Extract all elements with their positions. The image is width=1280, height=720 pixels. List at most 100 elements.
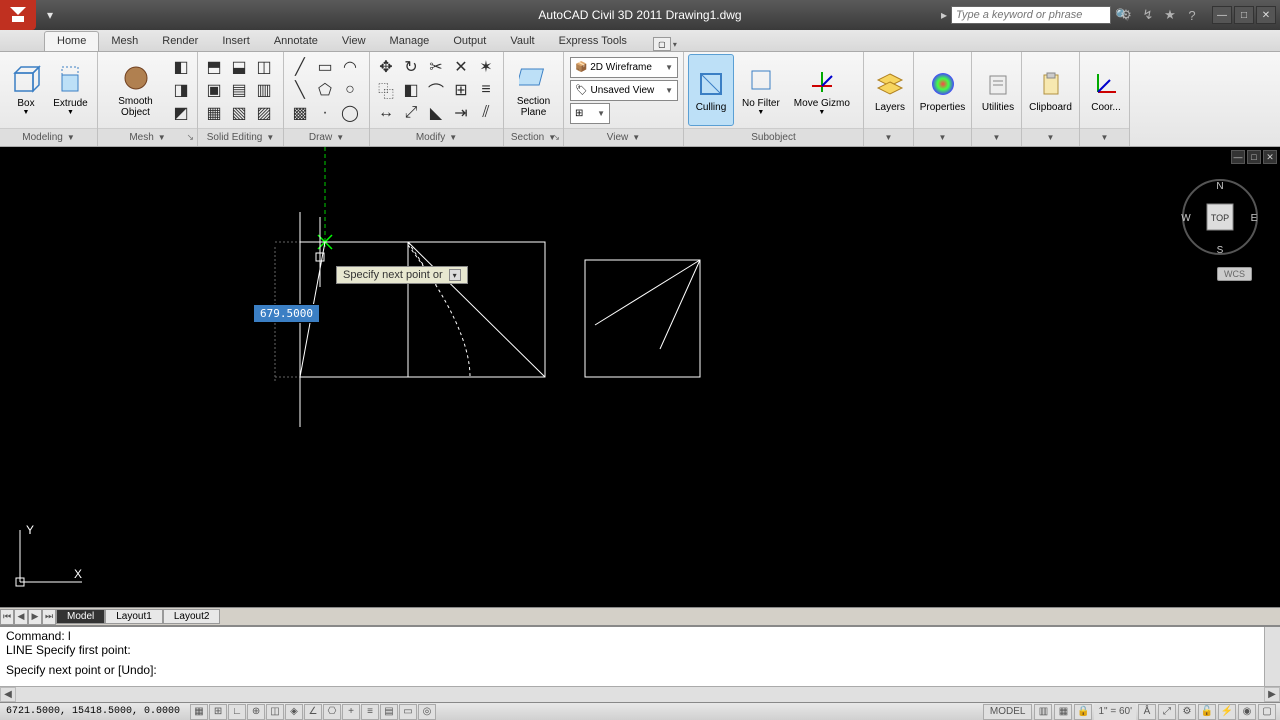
modify-trim-icon[interactable]: ✂	[424, 56, 448, 78]
command-hscrollbar[interactable]: ◀▶	[0, 686, 1280, 702]
status-autoscale-icon[interactable]: ⤢	[1158, 704, 1176, 720]
help-icon[interactable]: ?	[1184, 7, 1200, 23]
modify-array-icon[interactable]: ⊞	[449, 79, 473, 101]
solid-offset-face-icon[interactable]: ▥	[252, 79, 276, 101]
status-grid-toggle[interactable]: ⊞	[209, 704, 227, 720]
modify-move-icon[interactable]: ✥	[374, 56, 398, 78]
status-coordinates[interactable]: 6721.5000, 15418.5000, 0.0000	[0, 706, 186, 717]
search-input[interactable]	[951, 6, 1111, 24]
smooth-object-button[interactable]: Smooth Object	[102, 54, 169, 126]
status-ducs-toggle[interactable]: ⎔	[323, 704, 341, 720]
solid-union-icon[interactable]: ⬒	[202, 56, 226, 78]
subscription-icon[interactable]: ⚙	[1118, 7, 1134, 23]
clipboard-panel-button[interactable]: Clipboard	[1026, 54, 1075, 126]
modify-stretch-icon[interactable]: ↔	[374, 102, 398, 124]
extrude-button[interactable]: Extrude ▼	[48, 54, 93, 126]
tab-manage[interactable]: Manage	[378, 32, 442, 51]
drawing-canvas[interactable]: — □ ✕ 679.5000 Specify next poin	[0, 147, 1280, 607]
status-quickview-layouts-icon[interactable]: ▥	[1034, 704, 1052, 720]
modify-break-icon[interactable]: ⫽	[474, 102, 498, 124]
layout-last-button[interactable]: ⏭	[42, 609, 56, 625]
draw-ellipse-icon[interactable]: ◯	[338, 102, 362, 124]
modify-mirror-icon[interactable]: ◧	[399, 79, 423, 101]
no-filter-button[interactable]: No Filter▼	[736, 54, 786, 126]
status-annovis-icon[interactable]: Å	[1138, 704, 1156, 720]
command-window[interactable]: Command: l LINE Specify first point: Spe…	[0, 625, 1280, 702]
favorite-icon[interactable]: ★	[1162, 7, 1178, 23]
modify-offset-icon[interactable]: ≡	[474, 79, 498, 101]
minimize-button[interactable]: —	[1212, 6, 1232, 24]
utilities-panel-button[interactable]: Utilities	[976, 54, 1020, 126]
visual-style-dropdown[interactable]: 📦 2D Wireframe▼	[570, 57, 678, 78]
solid-separate-icon[interactable]: ▨	[252, 102, 276, 124]
mesh-more-3-icon[interactable]: ◩	[169, 102, 193, 124]
draw-polygon-icon[interactable]: ⬠	[313, 79, 337, 101]
solid-imprint-icon[interactable]: ▧	[227, 102, 251, 124]
status-3dosnap-toggle[interactable]: ◈	[285, 704, 303, 720]
modify-copy-icon[interactable]: ⿻	[374, 79, 398, 101]
solid-taper-face-icon[interactable]: ▤	[227, 79, 251, 101]
status-qp-toggle[interactable]: ▭	[399, 704, 417, 720]
ribbon-visibility-toggle[interactable]: ▢	[653, 37, 671, 51]
tab-home[interactable]: Home	[44, 31, 99, 51]
status-lwt-toggle[interactable]: ≡	[361, 704, 379, 720]
solid-intersect-icon[interactable]: ◫	[252, 56, 276, 78]
draw-point-icon[interactable]: ·	[313, 102, 337, 124]
mesh-more-1-icon[interactable]: ◧	[169, 56, 193, 78]
exchange-icon[interactable]: ↯	[1140, 7, 1156, 23]
status-model-space[interactable]: MODEL	[983, 704, 1033, 720]
modify-rotate-icon[interactable]: ↻	[399, 56, 423, 78]
culling-button[interactable]: Culling	[688, 54, 734, 126]
layers-panel-button[interactable]: Layers	[868, 54, 912, 126]
status-otrack-toggle[interactable]: ∠	[304, 704, 322, 720]
status-snap-toggle[interactable]: ▦	[190, 704, 208, 720]
qat-dropdown-icon[interactable]: ▾	[42, 7, 58, 23]
mesh-more-2-icon[interactable]: ◨	[169, 79, 193, 101]
status-isolate-icon[interactable]: ◉	[1238, 704, 1256, 720]
tab-output[interactable]: Output	[441, 32, 498, 51]
move-gizmo-button[interactable]: Move Gizmo▼	[788, 54, 856, 126]
layout-next-button[interactable]: ▶	[28, 609, 42, 625]
close-button[interactable]: ✕	[1256, 6, 1276, 24]
wcs-badge[interactable]: WCS	[1217, 267, 1252, 281]
coordinates-panel-button[interactable]: Coor...	[1084, 54, 1128, 126]
command-prompt-line[interactable]: Specify next point or [Undo]:	[6, 663, 1274, 677]
tab-insert[interactable]: Insert	[210, 32, 262, 51]
status-osnap-toggle[interactable]: ◫	[266, 704, 284, 720]
solid-subtract-icon[interactable]: ⬓	[227, 56, 251, 78]
status-hardware-accel-icon[interactable]: ⚡	[1218, 704, 1236, 720]
box-button[interactable]: Box ▼	[4, 54, 48, 126]
draw-polyline-icon[interactable]: ╱	[288, 56, 312, 78]
modify-chamfer-icon[interactable]: ◣	[424, 102, 448, 124]
maximize-button[interactable]: □	[1234, 6, 1254, 24]
status-annotation-scale[interactable]: 1" = 60'	[1094, 704, 1136, 720]
modify-erase-icon[interactable]: ✕	[449, 56, 473, 78]
modify-scale-icon[interactable]: ⤢	[399, 102, 423, 124]
dynamic-input-distance[interactable]: 679.5000	[253, 304, 320, 323]
modify-align-icon[interactable]: ⇥	[449, 102, 473, 124]
status-ortho-toggle[interactable]: ∟	[228, 704, 246, 720]
command-vscrollbar[interactable]	[1264, 627, 1280, 686]
tab-annotate[interactable]: Annotate	[262, 32, 330, 51]
draw-arc-icon[interactable]: ◠	[338, 56, 362, 78]
status-transparency-toggle[interactable]: ▤	[380, 704, 398, 720]
status-annoscale-icon[interactable]: 🔒	[1074, 704, 1092, 720]
tab-render[interactable]: Render	[150, 32, 210, 51]
layout-prev-button[interactable]: ◀	[14, 609, 28, 625]
draw-rectangle-icon[interactable]: ▭	[313, 56, 337, 78]
draw-circle-icon[interactable]: ○	[338, 79, 362, 101]
view-misc-dropdown[interactable]: ⊞▼	[570, 103, 610, 124]
section-plane-button[interactable]: Section Plane	[508, 54, 559, 126]
solid-shell-icon[interactable]: ▦	[202, 102, 226, 124]
dynamic-prompt-dropdown-icon[interactable]: ▾	[449, 269, 461, 281]
tab-mesh[interactable]: Mesh	[99, 32, 150, 51]
status-clean-screen-icon[interactable]: ▢	[1258, 704, 1276, 720]
layout-tab-model[interactable]: Model	[56, 609, 105, 624]
ribbon-visibility-dropdown[interactable]: ▾	[673, 40, 677, 49]
status-workspace-icon[interactable]: ⚙	[1178, 704, 1196, 720]
layout-tab-layout1[interactable]: Layout1	[105, 609, 163, 624]
tab-view[interactable]: View	[330, 32, 378, 51]
modify-explode-icon[interactable]: ✶	[474, 56, 498, 78]
modify-fillet-icon[interactable]: ⌒	[424, 79, 448, 101]
layout-first-button[interactable]: ⏮	[0, 609, 14, 625]
